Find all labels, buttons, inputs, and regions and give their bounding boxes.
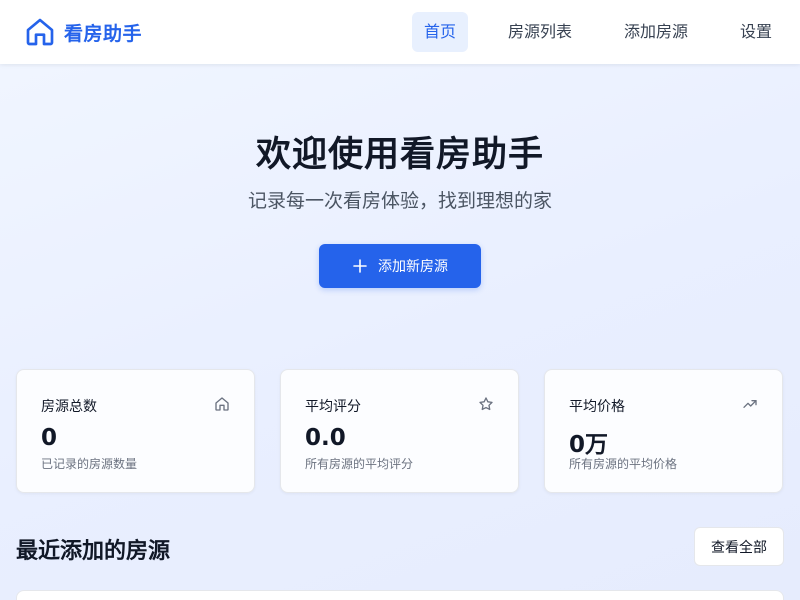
add-listing-button[interactable]: 添加新房源 <box>319 244 481 288</box>
brand-logo-link[interactable]: 看房助手 <box>24 15 142 49</box>
stat-card-average-rating: 平均评分 0.0 所有房源的平均评分 <box>280 369 519 493</box>
stat-description: 所有房源的平均价格 <box>569 457 678 471</box>
nav-item-add-listing[interactable]: 添加房源 <box>612 12 700 52</box>
stat-value: 0 <box>41 425 58 451</box>
stat-description: 所有房源的平均评分 <box>305 457 414 471</box>
top-navbar: 看房助手 首页 房源列表 添加房源 设置 <box>0 0 800 64</box>
stat-label: 房源总数 <box>41 399 97 415</box>
hero-title: 欢迎使用看房助手 <box>255 135 544 175</box>
star-icon <box>479 397 493 411</box>
stat-label: 平均评分 <box>305 399 361 415</box>
recent-listings-title: 最近添加的房源 <box>16 539 171 564</box>
stat-card-total-listings: 房源总数 0 已记录的房源数量 <box>16 369 255 493</box>
stat-value: 0.0 <box>305 425 346 451</box>
nav-item-listings[interactable]: 房源列表 <box>496 12 584 52</box>
stat-description: 已记录的房源数量 <box>41 457 138 471</box>
home-icon <box>26 18 54 46</box>
add-listing-button-label: 添加新房源 <box>378 259 448 275</box>
stat-card-average-price: 平均价格 0万 所有房源的平均价格 <box>544 369 783 493</box>
stat-value: 0万 <box>569 432 609 458</box>
recent-listings-panel <box>16 590 784 600</box>
trending-up-icon <box>743 400 757 408</box>
stat-label: 平均价格 <box>569 399 625 415</box>
nav-item-home[interactable]: 首页 <box>411 12 468 52</box>
nav-item-settings[interactable]: 设置 <box>728 12 784 52</box>
hero-subtitle: 记录每一次看房体验，找到理想的家 <box>247 190 552 212</box>
main-nav: 首页 房源列表 添加房源 设置 <box>411 12 784 52</box>
plus-icon <box>353 259 367 273</box>
home-icon <box>215 397 229 411</box>
app-name: 看房助手 <box>64 22 143 45</box>
view-all-button[interactable]: 查看全部 <box>694 527 784 566</box>
